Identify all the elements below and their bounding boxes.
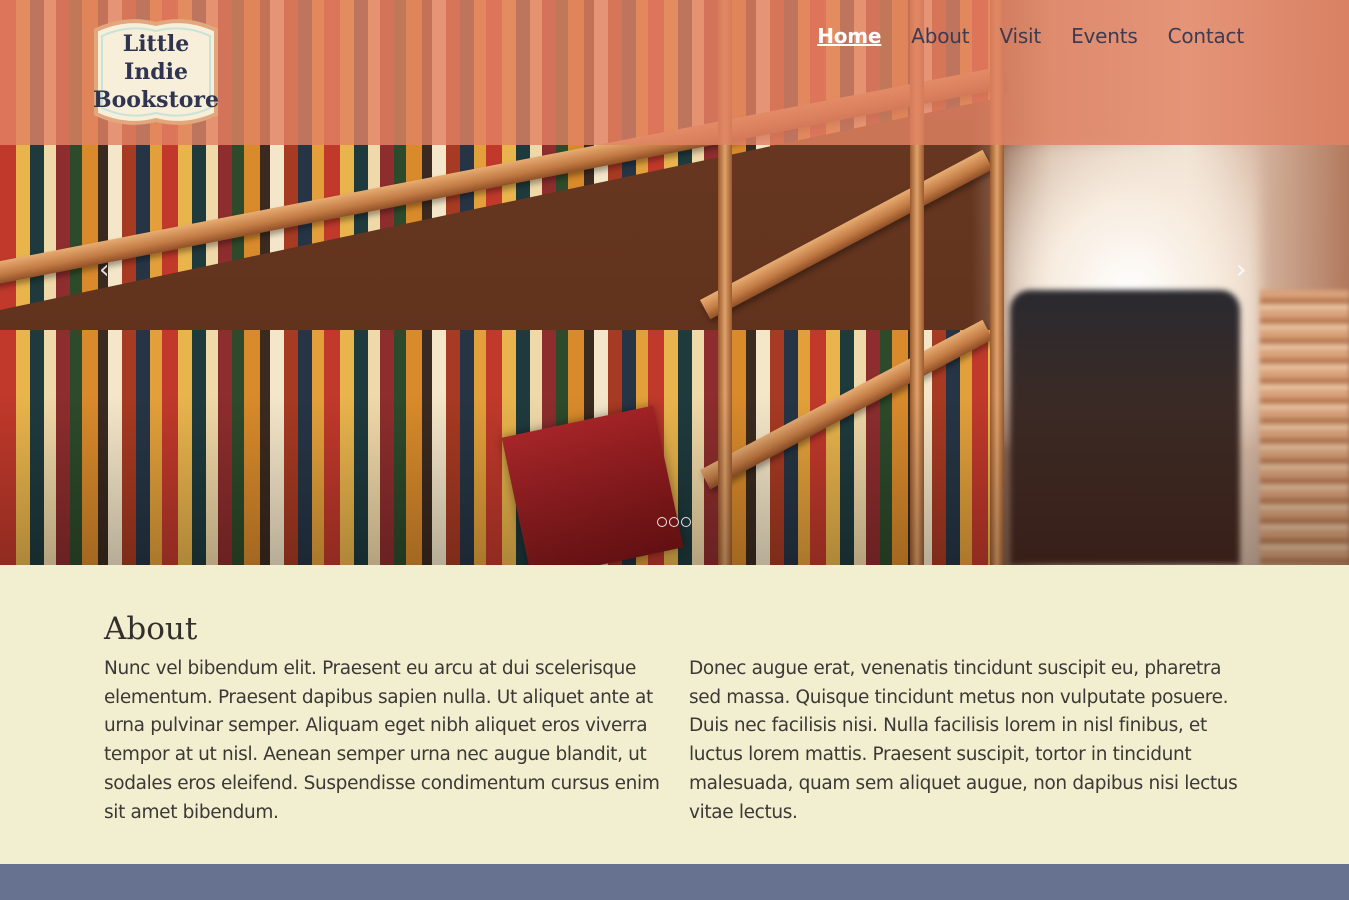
page: ‹ › Little Indie Bookstore Home About Vi… bbox=[0, 0, 1349, 900]
logo-line: Little bbox=[122, 31, 190, 57]
nav-visit[interactable]: Visit bbox=[999, 24, 1041, 48]
logo-line: Indie bbox=[123, 59, 189, 85]
about-section: About Nunc vel bibendum elit. Praesent e… bbox=[0, 565, 1349, 864]
logo-text: Little Indie Bookstore bbox=[90, 30, 222, 114]
nav-home[interactable]: Home bbox=[817, 24, 881, 48]
about-heading: About bbox=[104, 611, 198, 647]
nav-about[interactable]: About bbox=[911, 24, 969, 48]
next-section-band bbox=[0, 864, 1349, 900]
nav-events[interactable]: Events bbox=[1071, 24, 1138, 48]
carousel-dot-1[interactable] bbox=[657, 517, 667, 527]
carousel-prev-arrow-icon[interactable]: ‹ bbox=[99, 255, 109, 285]
site-logo[interactable]: Little Indie Bookstore bbox=[90, 16, 222, 128]
nav-contact[interactable]: Contact bbox=[1168, 24, 1245, 48]
main-nav: Home About Visit Events Contact bbox=[817, 24, 1244, 48]
carousel-next-arrow-icon[interactable]: › bbox=[1236, 255, 1246, 285]
about-text-left: Nunc vel bibendum elit. Praesent eu arcu… bbox=[104, 658, 660, 823]
carousel-indicators bbox=[657, 517, 691, 527]
carousel-dot-3[interactable] bbox=[681, 517, 691, 527]
about-text-right: Donec augue erat, venenatis tincidunt su… bbox=[689, 658, 1238, 823]
site-header: Little Indie Bookstore Home About Visit … bbox=[0, 0, 1349, 145]
logo-line: Bookstore bbox=[93, 87, 219, 113]
carousel-dot-2[interactable] bbox=[669, 517, 679, 527]
